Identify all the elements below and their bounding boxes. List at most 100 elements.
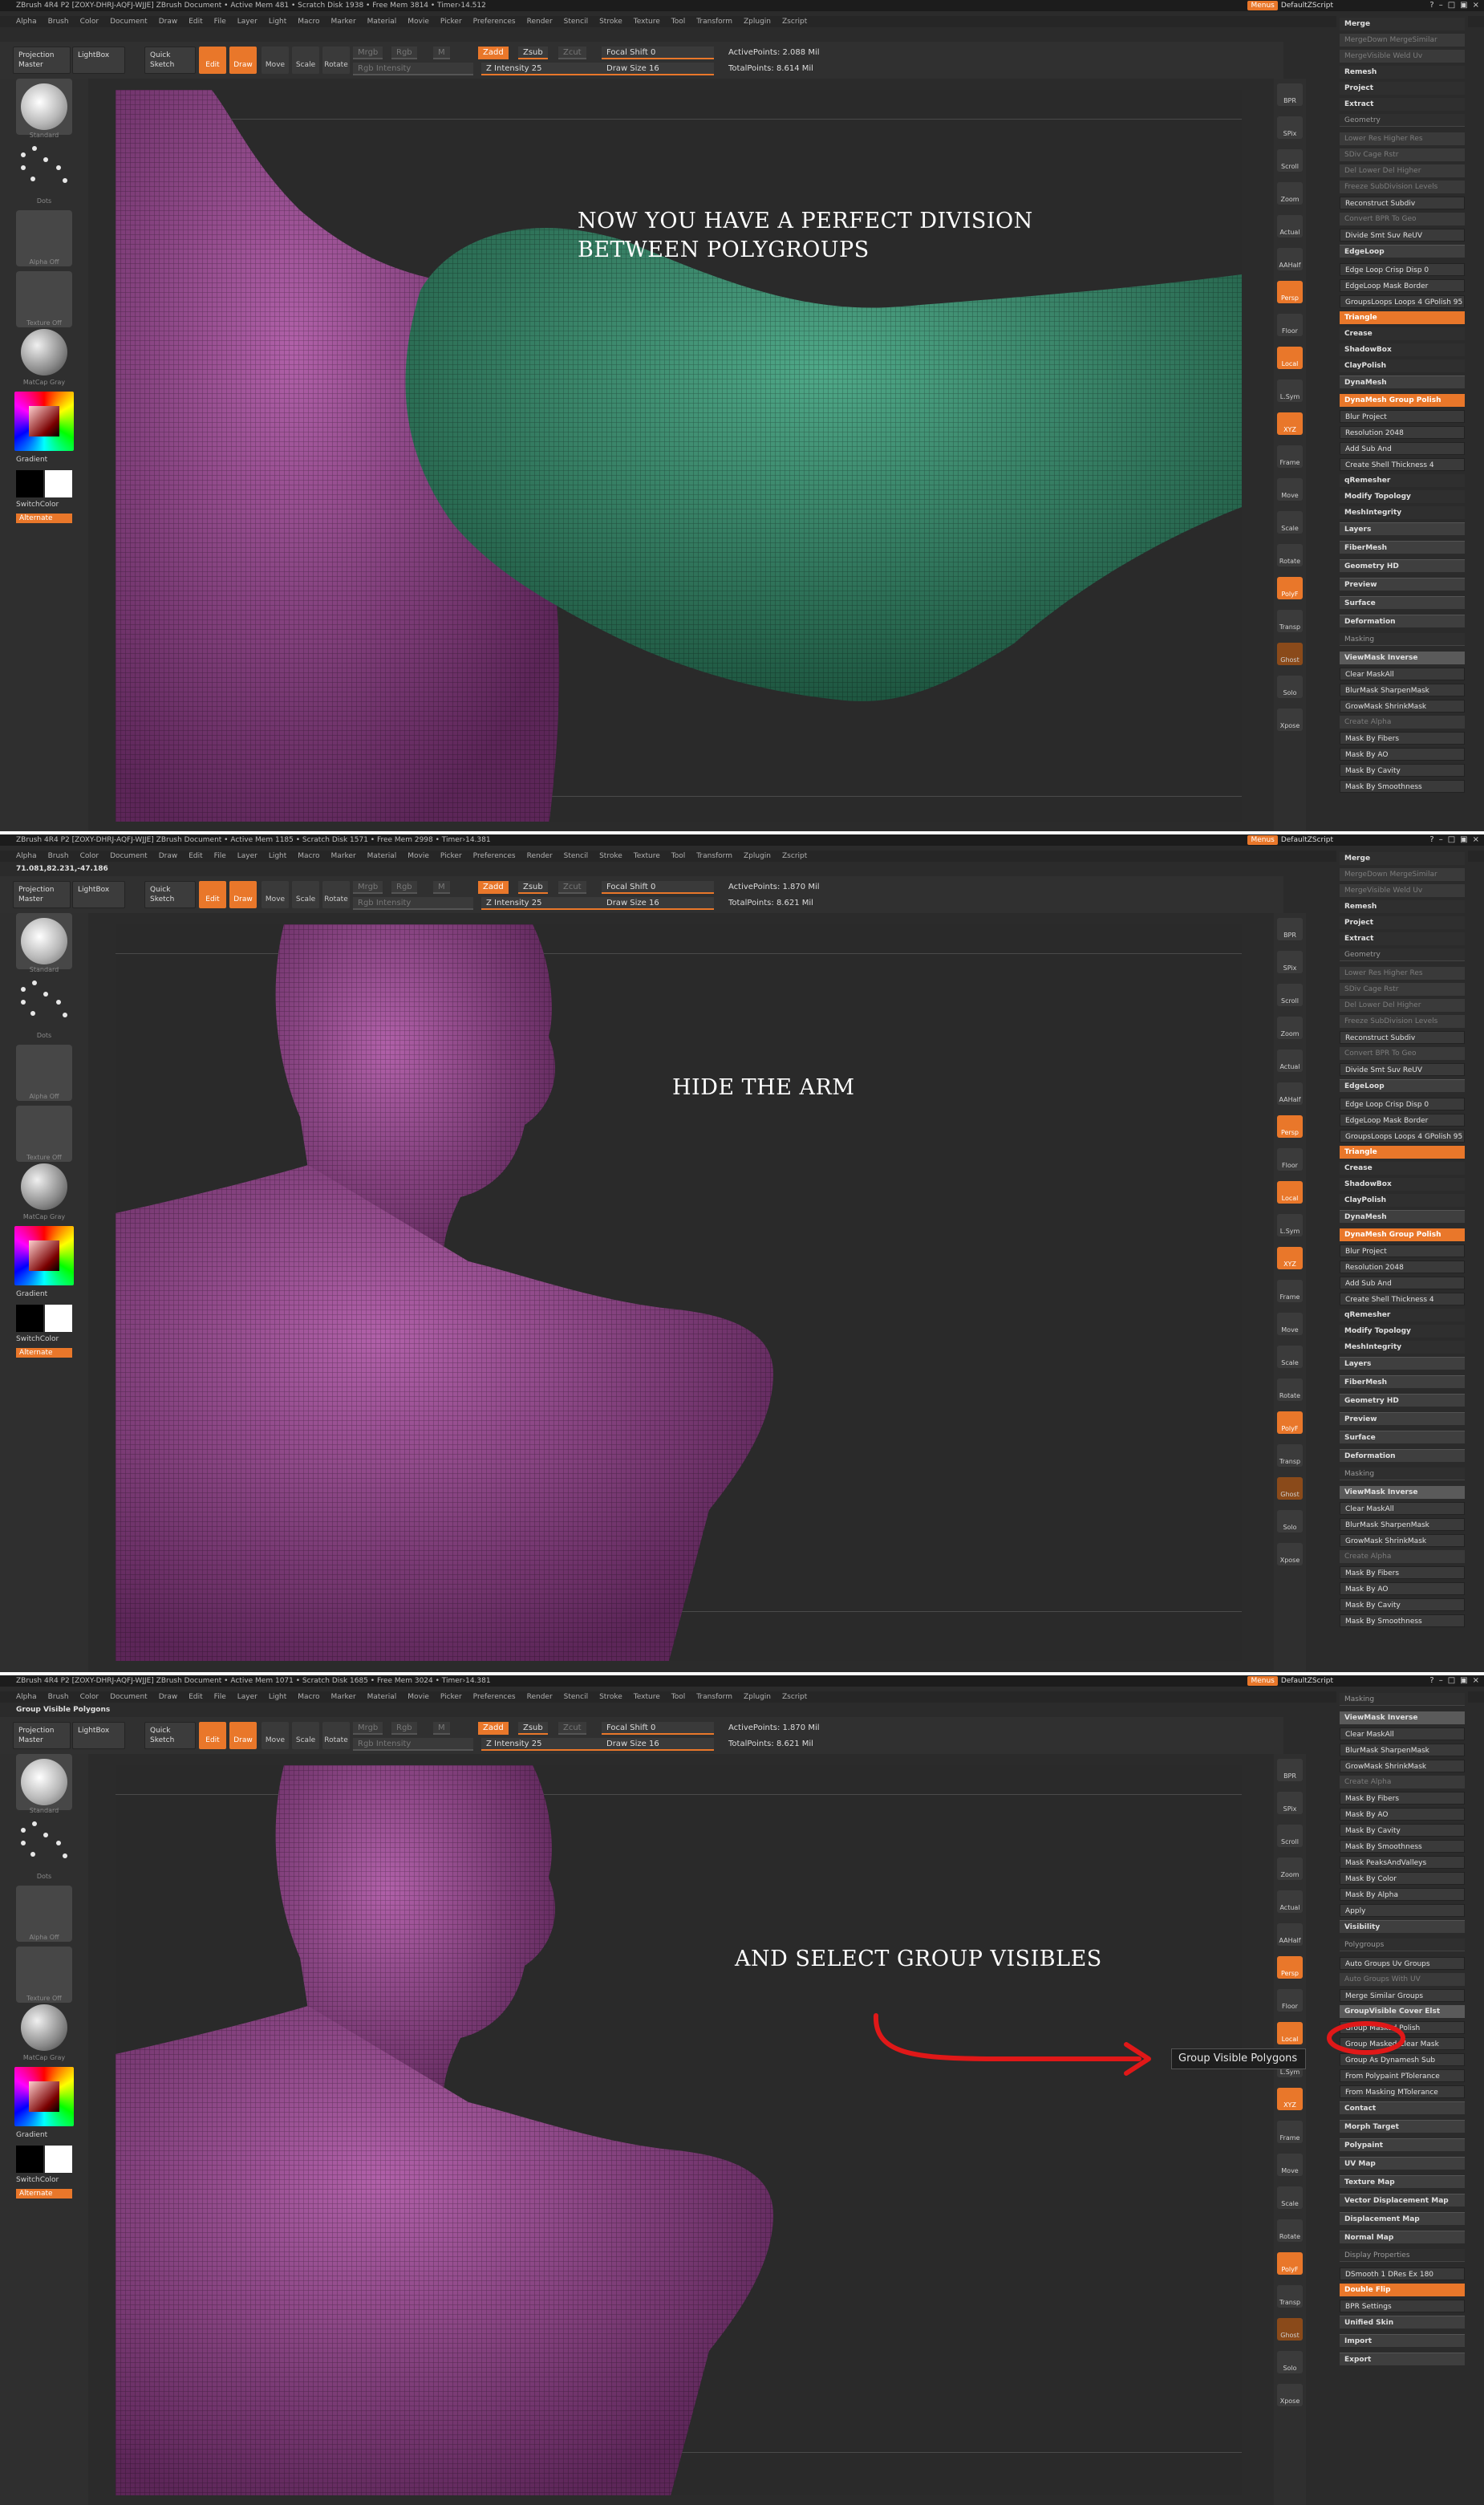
palette-mask-8[interactable]: Mask By Cavity (1340, 1824, 1465, 1837)
shelf-floor-icon[interactable]: Floor (1277, 1989, 1303, 2012)
palette-convert-12[interactable]: Convert BPR To Geo (1340, 213, 1465, 225)
palette-mask-45[interactable]: Mask By Cavity (1340, 764, 1465, 777)
shelf-lsym-icon[interactable]: L.Sym (1277, 1214, 1303, 1236)
m-button[interactable]: M (433, 1722, 450, 1735)
color-swatches[interactable] (16, 2146, 72, 2173)
palette-reconstruct-11[interactable]: Reconstruct Subdiv (1340, 1031, 1465, 1044)
viewport-canvas[interactable] (116, 1765, 1242, 2495)
palette-morph-26[interactable]: Morph Target (1340, 2120, 1465, 2133)
palette-meshintegrity-30[interactable]: MeshIntegrity (1340, 506, 1465, 519)
menu-file[interactable]: File (214, 851, 226, 862)
menu-file[interactable]: File (214, 16, 226, 27)
palette-blurmask-40[interactable]: BlurMask SharpenMask (1340, 684, 1465, 696)
main-color-swatch[interactable] (16, 1305, 43, 1332)
palette-growmask-4[interactable]: GrowMask ShrinkMask (1340, 1760, 1465, 1772)
menu-draw[interactable]: Draw (159, 851, 178, 862)
menu-light[interactable]: Light (269, 16, 286, 27)
palette-extract-5[interactable]: Extract (1340, 98, 1465, 111)
palette-project-4[interactable]: Project (1340, 82, 1465, 95)
palette-mask-46[interactable]: Mask By Smoothness (1340, 780, 1465, 793)
lightbox-button[interactable]: LightBox (72, 881, 125, 908)
mrgb-button[interactable]: Mrgb (353, 47, 383, 59)
shelf-persp-icon[interactable]: Persp (1277, 1115, 1303, 1138)
menu-layer[interactable]: Layer (237, 851, 257, 862)
shelf-polyf-icon[interactable]: PolyF (1277, 577, 1303, 599)
palette-layers-31[interactable]: Layers (1340, 1357, 1465, 1370)
menu-preferences[interactable]: Preferences (473, 851, 516, 862)
move-button[interactable]: Move (262, 47, 289, 74)
shelf-polyf-icon[interactable]: PolyF (1277, 1411, 1303, 1434)
z-intensity-slider[interactable]: Z Intensity 25 (481, 63, 602, 75)
palette-from-24[interactable]: From Masking MTolerance (1340, 2085, 1465, 2098)
palette-dynamesh-22[interactable]: DynaMesh (1340, 376, 1465, 388)
palette-edgeloop-14[interactable]: EdgeLoop (1340, 245, 1465, 258)
palette-edge-15[interactable]: Edge Loop Crisp Disp 0 (1340, 1098, 1465, 1110)
palette-crease-19[interactable]: Crease (1340, 1162, 1465, 1175)
menu-movie[interactable]: Movie (407, 1691, 429, 1703)
palette-freeze-10[interactable]: Freeze SubDivision Levels (1340, 1015, 1465, 1028)
palette-freeze-10[interactable]: Freeze SubDivision Levels (1340, 181, 1465, 193)
palette-project-4[interactable]: Project (1340, 916, 1465, 929)
lightbox-button[interactable]: LightBox (72, 1722, 125, 1749)
edit-button[interactable]: Edit (199, 47, 226, 74)
shelf-scroll-icon[interactable]: Scroll (1277, 1825, 1303, 1847)
shelf-actual-icon[interactable]: Actual (1277, 1890, 1303, 1913)
menu-render[interactable]: Render (527, 16, 553, 27)
shelf-persp-icon[interactable]: Persp (1277, 1956, 1303, 1979)
shelf-actual-icon[interactable]: Actual (1277, 215, 1303, 238)
palette-sdiv-8[interactable]: SDiv Cage Rstr (1340, 148, 1465, 161)
menu-material[interactable]: Material (367, 16, 397, 27)
help-icon[interactable]: ? (1429, 1, 1433, 10)
menu-transform[interactable]: Transform (696, 1691, 732, 1703)
color-picker[interactable] (14, 2067, 74, 2126)
shelf-xyz-icon[interactable]: XYZ (1277, 1247, 1303, 1269)
shelf-frame-icon[interactable]: Frame (1277, 445, 1303, 468)
palette-viewmask-1[interactable]: ViewMask Inverse (1340, 1711, 1465, 1724)
default-zscript[interactable]: DefaultZScript (1281, 835, 1333, 845)
menu-draw[interactable]: Draw (159, 1691, 178, 1703)
palette-dynamesh-23[interactable]: DynaMesh Group Polish (1340, 394, 1465, 407)
m-button[interactable]: M (433, 881, 450, 894)
main-color-swatch[interactable] (16, 470, 43, 497)
close-icon[interactable]: × (1473, 1, 1479, 10)
palette-auto-16[interactable]: Auto Groups Uv Groups (1340, 1957, 1465, 1970)
palette-deformation-36[interactable]: Deformation (1340, 615, 1465, 627)
zcut-button[interactable]: Zcut (558, 1722, 586, 1735)
help-icon[interactable]: ? (1429, 1676, 1433, 1686)
palette-meshintegrity-30[interactable]: MeshIntegrity (1340, 1341, 1465, 1354)
menu-zscript[interactable]: Zscript (782, 16, 807, 27)
palette-sdiv-8[interactable]: SDiv Cage Rstr (1340, 983, 1465, 996)
move-button[interactable]: Move (262, 881, 289, 908)
zsub-button[interactable]: Zsub (518, 47, 548, 59)
palette-mask-44[interactable]: Mask By AO (1340, 748, 1465, 761)
menu-texture[interactable]: Texture (634, 851, 660, 862)
material-matcap-icon[interactable] (21, 1163, 67, 1210)
stroke-dots-icon[interactable] (16, 979, 72, 1035)
color-swatches[interactable] (16, 1305, 72, 1332)
shelf-ghost-icon[interactable]: Ghost (1277, 2318, 1303, 2341)
palette-double-35[interactable]: Double Flip (1340, 2284, 1465, 2296)
palette-group-20[interactable]: Group Masked Polish (1340, 2021, 1465, 2034)
palette-export-39[interactable]: Export (1340, 2353, 1465, 2365)
palette-edgeloop-14[interactable]: EdgeLoop (1340, 1079, 1465, 1092)
palette-fibermesh-32[interactable]: FiberMesh (1340, 541, 1465, 554)
close-icon[interactable]: × (1473, 1676, 1479, 1686)
lightbox-button[interactable]: LightBox (72, 47, 125, 74)
menu-marker[interactable]: Marker (331, 851, 356, 862)
menu-stencil[interactable]: Stencil (564, 1691, 588, 1703)
shelf-frame-icon[interactable]: Frame (1277, 1280, 1303, 1302)
minimize-icon[interactable]: – (1439, 1676, 1443, 1686)
shelf-spix-icon[interactable]: SPix (1277, 951, 1303, 973)
rgb-button[interactable]: Rgb (391, 47, 417, 59)
palette-texture-29[interactable]: Texture Map (1340, 2175, 1465, 2188)
palette-mask-46[interactable]: Mask By Smoothness (1340, 1614, 1465, 1627)
menu-macro[interactable]: Macro (298, 851, 319, 862)
palette-remesh-3[interactable]: Remesh (1340, 66, 1465, 79)
palette-mergedown-1[interactable]: MergeDown MergeSimilar (1340, 34, 1465, 47)
palette-group-21[interactable]: Group Masked Clear Mask (1340, 2037, 1465, 2050)
quick-sketch-button[interactable]: Quick Sketch (144, 47, 196, 74)
menu-file[interactable]: File (214, 1691, 226, 1703)
shelf-local-icon[interactable]: Local (1277, 1181, 1303, 1204)
palette-mask-45[interactable]: Mask By Cavity (1340, 1598, 1465, 1611)
palette-normal-32[interactable]: Normal Map (1340, 2231, 1465, 2243)
